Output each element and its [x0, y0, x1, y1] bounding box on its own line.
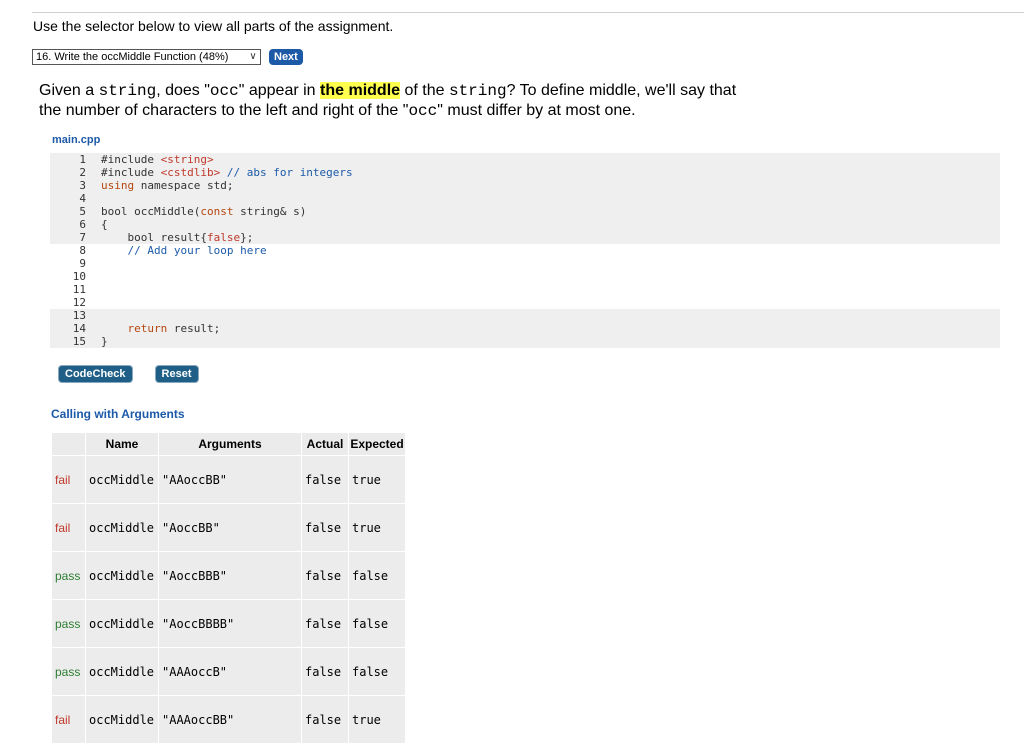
actual-cell: false: [301, 647, 349, 696]
expected-cell: true: [348, 695, 406, 744]
actual-cell: false: [301, 551, 349, 600]
part-selector-row: 16. Write the occMiddle Function (48%) ∨…: [32, 49, 303, 65]
code-line-editable[interactable]: 10: [50, 270, 1000, 283]
next-button[interactable]: Next: [269, 49, 303, 65]
code-line: 5 bool occMiddle(const string& s): [50, 205, 1000, 218]
actual-cell: false: [301, 503, 349, 552]
chevron-down-icon: ∨: [249, 51, 257, 62]
codecheck-button[interactable]: CodeCheck: [59, 366, 132, 382]
table-row: pass occMiddle "AoccBBBB" false false: [51, 599, 406, 648]
instructions-text: Use the selector below to view all parts…: [33, 18, 394, 34]
code-line: 6{: [50, 218, 1000, 231]
code-editor: 1 #include <string> 2 #include <cstdlib> /…: [50, 153, 1000, 348]
code-line: 14 return result;: [50, 322, 1000, 335]
reset-button[interactable]: Reset: [155, 366, 198, 382]
table-header-row: Name Arguments Actual Expected: [51, 432, 406, 456]
arguments-header: Arguments: [158, 432, 302, 456]
results-table: Name Arguments Actual Expected fail occM…: [51, 432, 406, 744]
top-divider: [32, 12, 1024, 13]
name-cell: occMiddle: [85, 551, 159, 600]
expected-cell: false: [348, 599, 406, 648]
actual-cell: false: [301, 455, 349, 504]
actual-cell: false: [301, 599, 349, 648]
name-cell: occMiddle: [85, 695, 159, 744]
actual-header: Actual: [301, 432, 349, 456]
table-row: pass occMiddle "AoccBBB" false false: [51, 551, 406, 600]
code-line: 7 bool result{false};: [50, 231, 1000, 244]
code-line-editable[interactable]: 8 // Add your loop here: [50, 244, 1000, 257]
code-line: 2 #include <cstdlib> // abs for integers: [50, 166, 1000, 179]
highlight-text: the middle: [320, 82, 401, 99]
expected-cell: false: [348, 551, 406, 600]
code-line-editable[interactable]: 11: [50, 283, 1000, 296]
status-cell: pass: [51, 551, 86, 600]
expected-cell: false: [348, 647, 406, 696]
name-cell: occMiddle: [85, 599, 159, 648]
part-selector[interactable]: 16. Write the occMiddle Function (48%) ∨: [32, 49, 261, 65]
expected-cell: true: [348, 503, 406, 552]
question-text: Given a string, does "occ" appear in the…: [39, 82, 737, 120]
name-cell: occMiddle: [85, 503, 159, 552]
name-cell: occMiddle: [85, 647, 159, 696]
part-selector-value: 16. Write the occMiddle Function (48%): [36, 51, 229, 63]
code-line-editable[interactable]: 12: [50, 296, 1000, 309]
table-row: pass occMiddle "AAAoccB" false false: [51, 647, 406, 696]
actual-cell: false: [301, 695, 349, 744]
arguments-cell: "AoccBBB": [158, 551, 302, 600]
table-row: fail occMiddle "AoccBB" false true: [51, 503, 406, 552]
status-cell: pass: [51, 647, 86, 696]
code-filename: main.cpp: [52, 134, 101, 146]
table-row: fail occMiddle "AAoccBB" false true: [51, 455, 406, 504]
code-line: 1 #include <string>: [50, 153, 1000, 166]
status-cell: fail: [51, 695, 86, 744]
status-cell: pass: [51, 599, 86, 648]
code-line: 4: [50, 192, 1000, 205]
arguments-cell: "AAAoccB": [158, 647, 302, 696]
arguments-cell: "AoccBBBB": [158, 599, 302, 648]
code-line: 3 using namespace std;: [50, 179, 1000, 192]
name-header: Name: [85, 432, 159, 456]
name-cell: occMiddle: [85, 455, 159, 504]
table-row: fail occMiddle "AAAoccBB" false true: [51, 695, 406, 744]
arguments-cell: "AAAoccBB": [158, 695, 302, 744]
status-cell: fail: [51, 455, 86, 504]
code-actions: CodeCheck Reset: [59, 366, 198, 382]
code-line: 13: [50, 309, 1000, 322]
status-cell: fail: [51, 503, 86, 552]
expected-cell: true: [348, 455, 406, 504]
status-header: [51, 432, 86, 456]
code-line-editable[interactable]: 9: [50, 257, 1000, 270]
arguments-cell: "AAoccBB": [158, 455, 302, 504]
code-line: 15}: [50, 335, 1000, 348]
expected-header: Expected: [348, 432, 406, 456]
results-title: Calling with Arguments: [51, 407, 185, 421]
arguments-cell: "AoccBB": [158, 503, 302, 552]
